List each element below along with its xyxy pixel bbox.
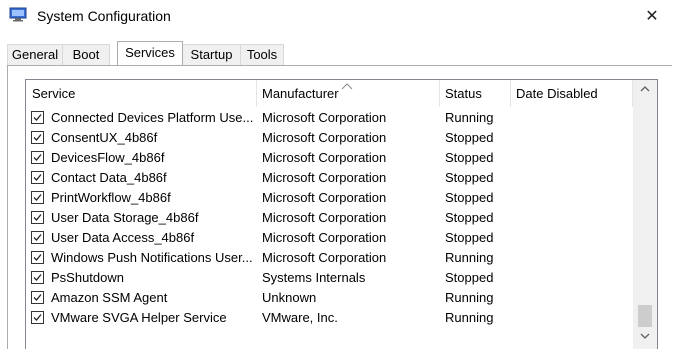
service-status: Stopped	[445, 210, 494, 225]
table-row[interactable]: DevicesFlow_4b86f Microsoft Corporation St…	[26, 148, 634, 168]
table-row[interactable]: User Data Storage_4b86f Microsoft Corpora…	[26, 208, 634, 228]
close-button[interactable]: ✕	[629, 0, 675, 31]
chevron-down-icon	[640, 333, 650, 339]
scroll-up-button[interactable]	[633, 80, 657, 98]
service-manufacturer: Microsoft Corporation	[262, 170, 387, 185]
service-checkbox[interactable]	[31, 311, 44, 324]
column-header-service[interactable]: Service	[26, 80, 256, 107]
services-list[interactable]: Service Manufacturer Status Date Disable…	[25, 79, 658, 349]
table-row[interactable]: ConsentUX_4b86f Microsoft Corporation Stop…	[26, 128, 634, 148]
column-header-date-disabled[interactable]: Date Disabled	[510, 80, 632, 107]
table-row[interactable]: PsShutdown Systems Internals Stopped	[26, 268, 634, 288]
column-header-status[interactable]: Status	[439, 80, 510, 107]
service-manufacturer: Microsoft Corporation	[262, 190, 387, 205]
service-status: Stopped	[445, 150, 494, 165]
table-row[interactable]: User Data Access_4b86f Microsoft Corporat…	[26, 228, 634, 248]
service-checkbox[interactable]	[31, 291, 44, 304]
table-row[interactable]: Amazon SSM Agent Unknown Running	[26, 288, 634, 308]
service-manufacturer: Microsoft Corporation	[262, 110, 387, 125]
scroll-thumb[interactable]	[638, 305, 652, 327]
service-name: User Data Storage_4b86f	[51, 210, 199, 225]
service-checkbox[interactable]	[31, 111, 44, 124]
vertical-scrollbar[interactable]	[633, 80, 657, 349]
service-status: Running	[445, 250, 494, 265]
service-checkbox[interactable]	[31, 191, 44, 204]
service-status: Stopped	[445, 230, 494, 245]
service-checkbox[interactable]	[31, 131, 44, 144]
service-manufacturer: Microsoft Corporation	[262, 210, 387, 225]
service-checkbox[interactable]	[31, 271, 44, 284]
checkmark-icon	[33, 294, 42, 301]
service-status: Running	[445, 110, 494, 125]
service-status: Running	[445, 310, 494, 325]
checkmark-icon	[33, 194, 42, 201]
table-row[interactable]: Connected Devices Platform Use... Microso…	[26, 108, 634, 128]
service-checkbox[interactable]	[31, 211, 44, 224]
service-status: Stopped	[445, 190, 494, 205]
service-status: Running	[445, 290, 494, 305]
checkmark-icon	[33, 254, 42, 261]
checkmark-icon	[33, 274, 42, 281]
service-name: PsShutdown	[51, 270, 124, 285]
tab-boot[interactable]: Boot	[62, 44, 110, 65]
service-name: Amazon SSM Agent	[51, 290, 168, 305]
list-header: Service Manufacturer Status Date Disable…	[26, 80, 634, 107]
service-name: Connected Devices Platform Use...	[51, 110, 254, 125]
service-manufacturer: Systems Internals	[262, 270, 366, 285]
chevron-up-icon	[640, 86, 650, 92]
service-name: DevicesFlow_4b86f	[51, 150, 165, 165]
checkmark-icon	[33, 314, 42, 321]
tab-startup[interactable]: Startup	[182, 44, 241, 65]
service-name: PrintWorkflow_4b86f	[51, 190, 171, 205]
window-title: System Configuration	[37, 8, 171, 24]
service-status: Stopped	[445, 170, 494, 185]
table-row[interactable]: Contact Data_4b86f Microsoft Corporation S…	[26, 168, 634, 188]
service-manufacturer: Unknown	[262, 290, 317, 305]
service-name: Windows Push Notifications User...	[51, 250, 253, 265]
sort-ascending-icon	[341, 80, 353, 93]
service-manufacturer: Microsoft Corporation	[262, 250, 387, 265]
table-row[interactable]: Windows Push Notifications User... Micros…	[26, 248, 634, 268]
tab-services[interactable]: Services	[117, 41, 183, 65]
service-name: VMware SVGA Helper Service	[51, 310, 227, 325]
service-checkbox[interactable]	[31, 151, 44, 164]
checkmark-icon	[33, 234, 42, 241]
checkmark-icon	[33, 214, 42, 221]
service-checkbox[interactable]	[31, 231, 44, 244]
service-manufacturer: Microsoft Corporation	[262, 130, 387, 145]
service-checkbox[interactable]	[31, 251, 44, 264]
table-row[interactable]: PrintWorkflow_4b86f Microsoft Corporation…	[26, 188, 634, 208]
tab-tools[interactable]: Tools	[240, 44, 284, 65]
service-status: Stopped	[445, 130, 494, 145]
service-status: Stopped	[445, 270, 494, 285]
service-name: User Data Access_4b86f	[51, 230, 195, 245]
service-manufacturer: Microsoft Corporation	[262, 150, 387, 165]
tab-general[interactable]: General	[7, 44, 63, 65]
system-configuration-icon	[9, 7, 27, 22]
table-row[interactable]: VMware SVGA Helper Service VMware, Inc. Ru…	[26, 308, 634, 328]
service-manufacturer: Microsoft Corporation	[262, 230, 387, 245]
checkmark-icon	[33, 154, 42, 161]
checkmark-icon	[33, 134, 42, 141]
scroll-down-button[interactable]	[633, 327, 657, 345]
checkmark-icon	[33, 114, 42, 121]
close-icon: ✕	[645, 7, 659, 25]
service-name: ConsentUX_4b86f	[51, 130, 158, 145]
service-manufacturer: VMware, Inc.	[262, 310, 338, 325]
service-checkbox[interactable]	[31, 171, 44, 184]
title-bar: System Configuration ✕	[0, 0, 675, 32]
service-name: Contact Data_4b86f	[51, 170, 167, 185]
checkmark-icon	[33, 174, 42, 181]
